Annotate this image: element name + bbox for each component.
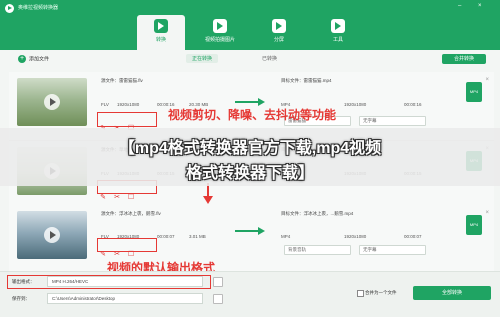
source-resolution: 1920x1080 [117, 102, 140, 107]
save-path-field[interactable]: C:\Users\Administrator\Desktop [47, 293, 203, 304]
file-row: 源文件：浮冰冰上裹，鹅雪.flv FLV 1920x1080 00:00:07 … [9, 205, 494, 274]
bottom-bar: 输出格式： MP4 H.264/HEVC 保存到： C:\Users\Admin… [0, 271, 500, 317]
target-resolution: 1920x1080 [344, 102, 367, 107]
format-badge[interactable]: MP4 [466, 215, 482, 235]
tab-converted[interactable]: 已转换 [262, 55, 277, 62]
edit-tools-highlight [97, 238, 157, 252]
save-to-label: 保存到： [12, 296, 30, 301]
plus-icon: + [18, 55, 26, 63]
effect-icon[interactable]: ☐ [127, 194, 135, 202]
source-file: 源文件：雷雷猫猫.flv [101, 78, 143, 84]
red-arrow-icon [203, 183, 213, 205]
audio-track-select[interactable]: 背景音轨 [284, 245, 351, 255]
subtitle-select[interactable]: 无字幕 [359, 116, 426, 126]
merge-checkbox-label: 合并为一个文件 [365, 290, 397, 295]
output-format-label: 输出格式： [12, 279, 35, 284]
target-label: 目标文件： [281, 78, 304, 83]
cut-icon[interactable]: ✂ [113, 251, 121, 259]
close-window-button[interactable]: × [478, 3, 482, 9]
app-window: 奥维拉视频转换器 – × 转换 视频拍摄图片 分屏 工具 + 添加文件 正在转换 … [0, 0, 500, 317]
app-logo-icon [5, 4, 14, 13]
play-icon[interactable] [44, 227, 60, 243]
convert-arrow-icon [235, 227, 265, 235]
source-duration: 00:00:07 [157, 234, 175, 239]
target-name: 雷雷猫猫.mp4 [303, 78, 332, 83]
convert-all-button[interactable]: 全部转换 [413, 286, 491, 300]
tab-split-label: 分屏 [273, 37, 284, 43]
tab-convert-label: 转换 [155, 37, 166, 43]
folder-icon[interactable] [213, 294, 223, 304]
target-resolution: 1920x1080 [344, 234, 367, 239]
source-label: 源文件： [101, 211, 119, 216]
target-file: 目标文件：雷雷猫猫.mp4 [281, 78, 332, 84]
target-label: 目标文件： [281, 211, 304, 216]
source-size: 3.01 MB [189, 234, 206, 239]
subtitle-select[interactable]: 无字幕 [359, 245, 426, 255]
toolbox-icon [331, 19, 345, 33]
output-format-select[interactable]: MP4 H.264/HEVC [47, 276, 203, 287]
title-bar: 奥维拉视频转换器 – × 转换 视频拍摄图片 分屏 工具 [0, 0, 500, 50]
convert-icon [154, 19, 168, 33]
screenshot-icon [213, 19, 227, 33]
add-file-button[interactable]: + 添加文件 [18, 55, 49, 63]
tab-screenshot-label: 视频拍摄图片 [204, 37, 235, 43]
tab-screenshot[interactable]: 视频拍摄图片 [196, 15, 244, 50]
format-settings-icon[interactable] [213, 277, 223, 287]
source-name: 浮冰冰上裹，鹅雪.flv [119, 211, 161, 216]
banner-line-1: 【mp4格式转换器官方下载,mp4视频 [118, 140, 382, 157]
source-format: FLV [101, 102, 109, 107]
format-badge[interactable]: MP4 [466, 82, 482, 102]
tab-convert[interactable]: 转换 [137, 15, 185, 50]
source-name: 雷雷猫猫.flv [119, 78, 143, 83]
app-title: 奥维拉视频转换器 [18, 5, 59, 11]
target-duration: 00:00:16 [404, 102, 422, 107]
tab-converting[interactable]: 正在转换 [186, 54, 219, 63]
source-file: 源文件：浮冰冰上裹，鹅雪.flv [101, 211, 161, 217]
edit-icon[interactable]: ✎ [99, 194, 107, 202]
target-name: 浮冰冰上裹，...鹅雪.mp4 [303, 211, 354, 216]
edit-icon[interactable]: ✎ [99, 251, 107, 259]
tab-tools-label: 工具 [332, 37, 343, 43]
target-file: 目标文件：浮冰冰上裹，...鹅雪.mp4 [281, 211, 353, 217]
target-duration: 00:00:07 [404, 234, 422, 239]
video-thumbnail[interactable] [17, 211, 87, 259]
edit-features-callout: 视频剪切、降噪、去抖动等功能 [168, 108, 337, 122]
remove-row-icon[interactable]: × [485, 77, 489, 83]
split-icon [272, 19, 286, 33]
play-icon[interactable] [44, 94, 60, 110]
tab-tools[interactable]: 工具 [314, 15, 362, 50]
tab-split[interactable]: 分屏 [255, 15, 303, 50]
add-file-label: 添加文件 [29, 56, 50, 63]
edit-tools-highlight [97, 112, 157, 127]
video-thumbnail[interactable] [17, 78, 87, 126]
effect-icon[interactable]: ☐ [127, 251, 135, 259]
source-label: 源文件： [101, 78, 119, 83]
title-banner: 【mp4格式转换器官方下载,mp4视频 格式转换器下载】 [0, 128, 500, 186]
toolbar: + 添加文件 正在转换 已转换 合并转换 [0, 50, 500, 70]
remove-row-icon[interactable]: × [485, 210, 489, 216]
merge-checkbox[interactable] [357, 290, 364, 297]
cut-icon[interactable]: ✂ [113, 194, 121, 202]
convert-arrow-icon [235, 98, 265, 106]
target-format: MP4 [281, 234, 291, 239]
minimize-button[interactable]: – [458, 3, 461, 9]
merge-convert-button[interactable]: 合并转换 [442, 54, 486, 64]
banner-line-2: 格式转换器下载】 [185, 165, 314, 182]
